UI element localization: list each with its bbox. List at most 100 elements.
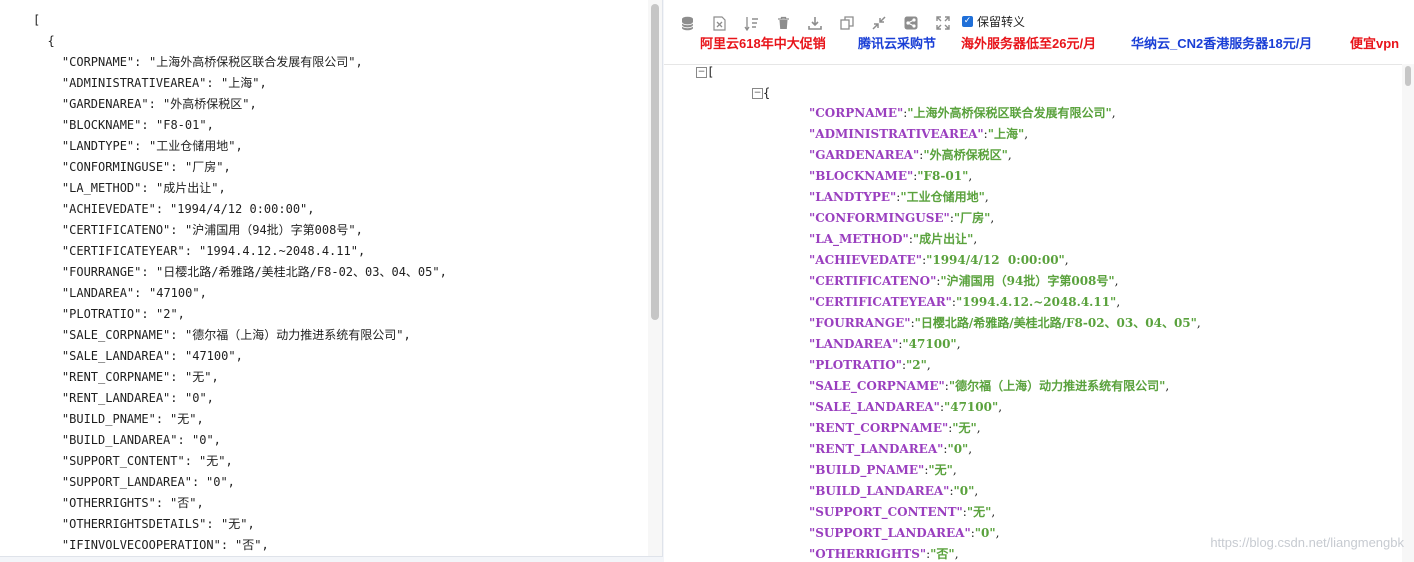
share-icon[interactable] [902, 14, 920, 32]
excel-icon[interactable] [710, 14, 728, 32]
comma: , [1196, 316, 1201, 330]
compress-icon[interactable] [870, 14, 888, 32]
raw-json-line: "CONFORMINGUSE": "厂房", [0, 157, 640, 178]
raw-json-value: "0", [185, 391, 214, 405]
json-tree-row: "CERTIFICATEYEAR":"1994.4.12.~2048.4.11"… [809, 292, 1120, 313]
raw-json-key: "SUPPORT_LANDAREA": [33, 475, 207, 489]
raw-json-line: "ACHIEVEDATE": "1994/4/12 0:00:00", [0, 199, 640, 220]
raw-json-key: "ACHIEVEDATE": [33, 202, 171, 216]
raw-json-key: "FOURRANGE": [33, 265, 156, 279]
json-tree-row: "LANDTYPE":"工业仓储用地", [809, 187, 989, 208]
raw-json-line: [ [0, 10, 640, 31]
raw-json-value: "上海", [221, 76, 267, 90]
json-value: "否" [930, 547, 955, 561]
raw-json-key: "LANDTYPE": [33, 139, 149, 153]
fullscreen-icon[interactable] [934, 14, 952, 32]
json-value: "上海" [987, 127, 1025, 141]
json-key: "CERTIFICATEYEAR" [809, 295, 952, 309]
download-icon[interactable] [806, 14, 824, 32]
json-tree-row: "SUPPORT_LANDAREA":"0", [809, 523, 999, 544]
raw-json-value: "否", [235, 538, 269, 552]
raw-json-key: "CERTIFICATENO": [33, 223, 185, 237]
raw-json-value: "0", [192, 433, 221, 447]
json-value: "0" [974, 526, 996, 540]
json-value: "厂房" [953, 211, 991, 225]
raw-json-value: "成片出让", [156, 181, 226, 195]
raw-json-line: "SUPPORT_CONTENT": "无", [0, 451, 640, 472]
watermark: https://blog.csdn.net/liangmengbk [1210, 535, 1404, 550]
raw-json-value: "47100", [185, 349, 243, 363]
json-tree-row: "FOURRANGE":"日樱北路/希雅路/美桂北路/F8-02、03、04、0… [809, 313, 1201, 334]
json-key: "BLOCKNAME" [809, 169, 914, 183]
array-open-bracket: [ [707, 65, 715, 79]
json-value: "47100" [943, 400, 999, 414]
raw-json-value: "德尔福（上海）动力推进系统有限公司", [185, 328, 411, 342]
json-key: "SUPPORT_LANDAREA" [809, 526, 971, 540]
raw-json-key: "BLOCKNAME": [33, 118, 156, 132]
comma: , [968, 442, 973, 456]
json-key: "CERTIFICATENO" [809, 274, 937, 288]
raw-json-value: "否", [170, 496, 204, 510]
ad-link-tencent[interactable]: 腾讯云采购节 [858, 35, 936, 53]
json-tree-row: "LA_METHOD":"成片出让", [809, 229, 977, 250]
right-scrollbar-thumb[interactable] [1405, 66, 1411, 86]
json-key: "FOURRANGE" [809, 316, 911, 330]
ad-link-hk-server[interactable]: 华纳云_CN2香港服务器18元/月 [1131, 35, 1312, 53]
database-icon[interactable] [678, 14, 696, 32]
json-key: "LA_METHOD" [809, 232, 909, 246]
comma: , [974, 484, 979, 498]
json-tree-row: "LANDAREA":"47100", [809, 334, 961, 355]
comma: , [990, 211, 995, 225]
json-key: "ADMINISTRATIVEAREA" [809, 127, 984, 141]
raw-json-key: "LANDAREA": [33, 286, 149, 300]
ad-link-overseas-server[interactable]: 海外服务器低至26元/月 [961, 35, 1096, 53]
comma: , [973, 232, 978, 246]
json-key: "GARDENAREA" [809, 148, 920, 162]
raw-json-key: "ADMINISTRATIVEAREA": [33, 76, 221, 90]
json-key: "BUILD_LANDAREA" [809, 484, 950, 498]
raw-json-value: "厂房", [185, 160, 231, 174]
json-tree-row: "CONFORMINGUSE":"厂房", [809, 208, 994, 229]
right-scrollbar[interactable] [1402, 64, 1414, 562]
raw-json-line: "ADMINISTRATIVEAREA": "上海", [0, 73, 640, 94]
json-value: "上海外高桥保税区联合发展有限公司" [907, 106, 1112, 120]
raw-json-key: { [33, 34, 55, 48]
json-key: "RENT_CORPNAME" [809, 421, 949, 435]
raw-json-value: "日樱北路/希雅路/美桂北路/F8-02、03、04、05", [156, 265, 447, 279]
raw-json-line: "CERTIFICATEYEAR": "1994.4.12.~2048.4.11… [0, 241, 640, 262]
comma: , [926, 358, 931, 372]
ad-link-vpn[interactable]: 便宜vpn [1350, 35, 1399, 53]
sort-icon[interactable] [742, 14, 760, 32]
copy-icon[interactable] [838, 14, 856, 32]
raw-json-value: "1994/4/12 0:00:00", [170, 202, 315, 216]
comma: , [976, 421, 981, 435]
json-key: "CONFORMINGUSE" [809, 211, 950, 225]
ad-link-aliyun[interactable]: 阿里云618年中大促销 [700, 35, 826, 53]
left-scrollbar[interactable] [648, 0, 662, 556]
json-key: "SALE_CORPNAME" [809, 379, 945, 393]
raw-json-key: "CERTIFICATEYEAR": [33, 244, 200, 258]
json-value: "47100" [902, 337, 957, 351]
json-viewer-pane: ✓ 保留转义 阿里云618年中大促销 腾讯云采购节 海外服务器低至26元/月 华… [664, 0, 1414, 562]
collapse-array-toggle[interactable]: − [696, 67, 707, 78]
raw-json-value: "2", [156, 307, 185, 321]
left-scrollbar-thumb[interactable] [651, 4, 659, 320]
raw-json-line: "GARDENAREA": "外高桥保税区", [0, 94, 640, 115]
keep-escape-checkbox[interactable]: ✓ [962, 16, 973, 27]
json-value: "工业仓储用地" [900, 190, 985, 204]
raw-json-line: "IFINVOLVECOOPERATION": "否", [0, 535, 640, 556]
raw-json-line: { [0, 31, 640, 52]
collapse-object-toggle[interactable]: − [752, 88, 763, 99]
comma: , [1007, 148, 1012, 162]
json-value: "1994/4/12 0:00:00" [926, 253, 1065, 267]
comma: , [968, 169, 973, 183]
json-value: "成片出让" [912, 232, 974, 246]
json-tree-row: "SUPPORT_CONTENT":"无", [809, 502, 995, 523]
trash-icon[interactable] [774, 14, 792, 32]
raw-json-code[interactable]: [ { "CORPNAME": "上海外高桥保税区联合发展有限公司", "ADM… [0, 10, 640, 556]
json-tree-row: "BUILD_LANDAREA":"0", [809, 481, 978, 502]
json-value: "0" [953, 484, 975, 498]
raw-json-editor[interactable]: [ { "CORPNAME": "上海外高桥保税区联合发展有限公司", "ADM… [0, 0, 663, 557]
raw-json-value: "无", [199, 454, 233, 468]
raw-json-key: "RENT_LANDAREA": [33, 391, 185, 405]
